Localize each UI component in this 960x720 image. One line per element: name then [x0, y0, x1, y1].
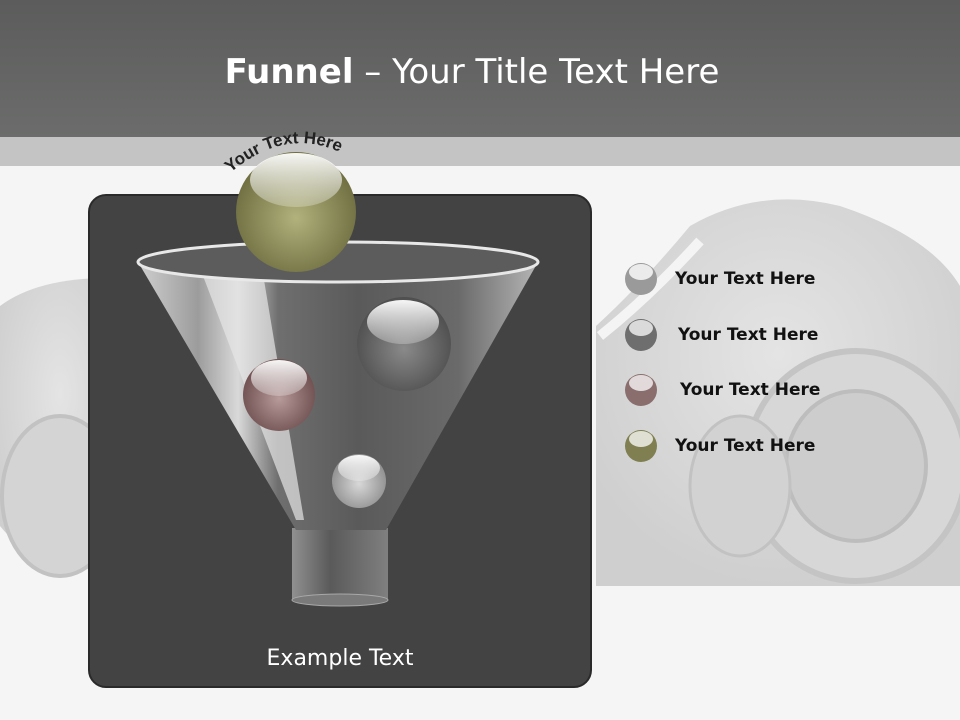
legend-label: Your Text Here	[675, 436, 816, 456]
ball-icon-olive	[625, 430, 657, 462]
ball-icon-silver	[625, 263, 657, 295]
funnel-spout	[292, 528, 388, 600]
ball-icon-rose	[625, 374, 657, 406]
silver-ball-icon	[332, 454, 386, 508]
legend-label: Your Text Here	[680, 380, 821, 400]
slide: Funnel – Your Title Text Here Your Text …	[0, 0, 960, 720]
rose-ball-icon	[243, 359, 315, 431]
ball-icon-gray	[625, 319, 657, 351]
legend-label: Your Text Here	[675, 269, 816, 289]
gray-ball-icon	[357, 297, 451, 391]
legend-label: Your Text Here	[678, 325, 819, 345]
olive-ball-icon	[236, 152, 356, 272]
panel-caption: Example Text	[266, 646, 414, 671]
funnel-graphic: Your Text Here	[136, 128, 540, 607]
